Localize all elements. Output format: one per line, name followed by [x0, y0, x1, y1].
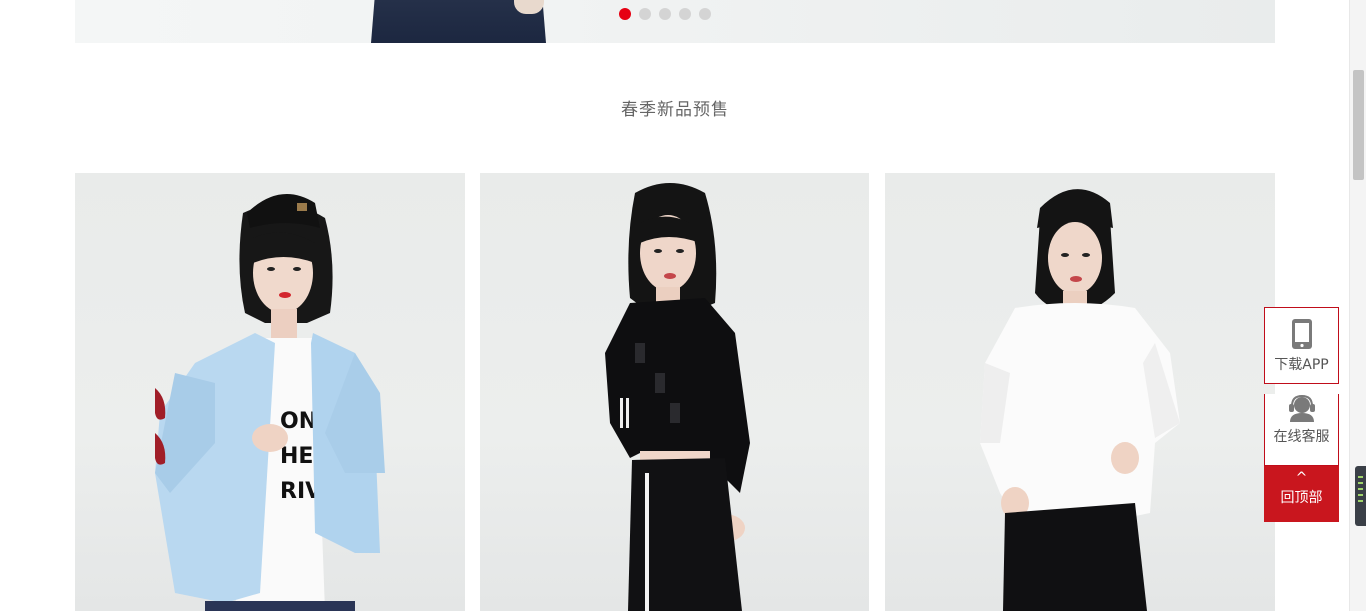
product-card-3[interactable] [885, 173, 1275, 611]
customer-service-label: 在线客服 [1273, 429, 1330, 445]
page: 春季新品预售 ON HE RIV 下载APP 在线客服 ^ 回顶部 [0, 0, 1366, 611]
svg-text:HE: HE [280, 444, 313, 469]
floating-side-tools: 下载APP 在线客服 ^ 回顶部 [1264, 307, 1339, 522]
product-card-1[interactable]: ON HE RIV [75, 173, 465, 611]
caret-up-icon: ^ [1295, 470, 1308, 486]
scrollbar-thumb[interactable] [1353, 70, 1364, 180]
hero-banner[interactable] [75, 0, 1275, 43]
model-light-blue-shirt-image: ON HE RIV [155, 194, 385, 611]
carousel-dot-3[interactable] [659, 8, 671, 20]
model-white-tee-image [980, 189, 1180, 611]
banner-model-image [371, 0, 546, 43]
product-card-2[interactable] [480, 173, 869, 611]
svg-text:ON: ON [280, 409, 317, 434]
download-app-label: 下载APP [1274, 357, 1329, 373]
carousel-dot-2[interactable] [639, 8, 651, 20]
download-app-button[interactable]: 下载APP [1264, 307, 1339, 384]
back-to-top-label: 回顶部 [1280, 490, 1323, 506]
carousel-dot-4[interactable] [679, 8, 691, 20]
model-black-sweatshirt-image [605, 183, 750, 611]
section-title: 春季新品预售 [621, 100, 729, 120]
back-to-top-button[interactable]: ^ 回顶部 [1264, 466, 1339, 522]
customer-service-button[interactable]: 在线客服 [1264, 394, 1339, 466]
carousel-dot-1[interactable] [619, 8, 631, 20]
mobile-phone-icon [1291, 319, 1312, 349]
carousel-dots [619, 8, 711, 20]
headset-agent-icon [1288, 394, 1315, 422]
carousel-dot-5[interactable] [699, 8, 711, 20]
edge-tool-widget[interactable] [1355, 466, 1366, 526]
